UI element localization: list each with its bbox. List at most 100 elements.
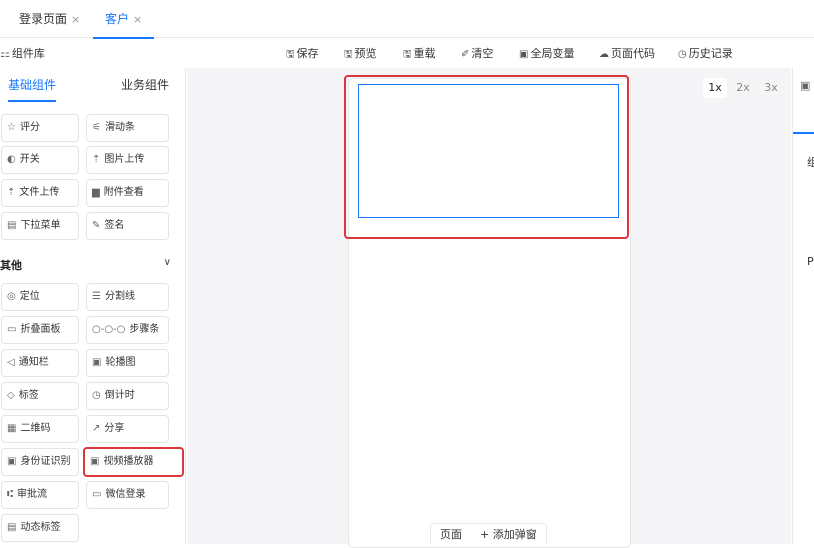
property-label: P: [807, 255, 814, 268]
page-popup-tabs: 页面 + 添加弹窗: [430, 523, 547, 544]
component-video-player[interactable]: ▣ 视频播放器: [83, 447, 184, 477]
chevron-down-icon[interactable]: ∨: [164, 257, 171, 268]
save-icon: 🖫: [286, 49, 295, 60]
global-variables-button[interactable]: ▣ 全局变量: [519, 39, 574, 68]
id-card-icon: ▣: [7, 456, 17, 467]
properties-panel: ▣ 组 P: [792, 68, 814, 544]
component-qrcode[interactable]: ▦ 二维码: [1, 415, 79, 443]
component-label: 折叠面板: [20, 324, 61, 335]
selected-video-player[interactable]: [344, 75, 629, 239]
speaker-icon: ◁: [7, 357, 15, 368]
save-button[interactable]: 🖫 保存: [286, 39, 319, 68]
component-label: 微信登录: [105, 489, 146, 500]
component-label: 附件查看: [103, 187, 144, 198]
star-icon: ☆: [7, 122, 16, 133]
component-steps[interactable]: ○-○-○ 步骤条: [86, 316, 169, 344]
image-icon: ▣: [92, 357, 102, 368]
component-label: 图片上传: [104, 154, 145, 165]
component-label: 动态标签: [20, 522, 61, 533]
component-library-panel: 基础组件 业务组件 ☆ 评分 ⚟ 滑动条 ◐ 开关 ⇡ 图片上传 ⇡ 文件上传 ▆ 附件查看…: [0, 68, 186, 544]
component-signature[interactable]: ✎ 签名: [86, 212, 169, 240]
location-icon: ◎: [7, 291, 16, 302]
tab-label: 登录页面: [19, 12, 68, 26]
component-label: 二维码: [20, 423, 51, 434]
component-id-card-recognition[interactable]: ▣ 身份证识别: [1, 448, 79, 476]
component-attachment-view[interactable]: ▆ 附件查看: [86, 179, 169, 207]
component-slider[interactable]: ⚟ 滑动条: [86, 114, 169, 142]
component-image-upload[interactable]: ⇡ 图片上传: [86, 146, 169, 174]
zoom-3x[interactable]: 3x: [759, 78, 783, 98]
history-icon: ◷: [678, 49, 687, 60]
component-label: 倒计时: [104, 390, 135, 401]
divider-icon: ☰: [92, 291, 101, 302]
history-label: 历史记录: [688, 47, 733, 60]
reload-icon: 🖫: [403, 49, 412, 60]
component-dynamic-tag[interactable]: ▤ 动态标签: [1, 514, 79, 542]
component-dropdown[interactable]: ▤ 下拉菜单: [1, 212, 79, 240]
reload-button[interactable]: 🖫 重载: [403, 39, 436, 68]
video-icon: ▣: [90, 456, 100, 467]
component-countdown[interactable]: ◷ 倒计时: [86, 382, 169, 410]
global-variables-label: 全局变量: [530, 47, 575, 60]
component-divider[interactable]: ☰ 分割线: [86, 283, 169, 311]
tab-label: 客户: [105, 12, 130, 26]
qrcode-icon: ▦: [7, 423, 17, 434]
flow-icon: ⑆: [7, 489, 13, 500]
zoom-1x[interactable]: 1x: [703, 78, 727, 98]
page-tab-bar: 登录页面 × 客户 ×: [0, 0, 814, 39]
design-canvas[interactable]: 1x 2x 3x 页面 + 添加弹窗: [187, 68, 791, 548]
component-label: 身份证识别: [20, 456, 71, 467]
wechat-icon: ▭: [92, 489, 102, 500]
component-carousel[interactable]: ▣ 轮播图: [86, 349, 169, 377]
component-switch[interactable]: ◐ 开关: [1, 146, 79, 174]
grid-icon: ⚏: [0, 47, 10, 60]
component-label: 评分: [19, 122, 40, 133]
steps-icon: ○-○-○: [92, 324, 126, 335]
component-wechat-login[interactable]: ▭ 微信登录: [86, 481, 169, 509]
library-label: 组件库: [11, 47, 45, 60]
component-file-upload[interactable]: ⇡ 文件上传: [1, 179, 79, 207]
close-icon[interactable]: ×: [71, 13, 80, 26]
component-share[interactable]: ↗ 分享: [86, 415, 169, 443]
upload-icon: ⇡: [92, 154, 101, 165]
component-rate[interactable]: ☆ 评分: [1, 114, 79, 142]
slider-icon: ⚟: [92, 122, 101, 133]
component-location[interactable]: ◎ 定位: [1, 283, 79, 311]
clock-icon: ◷: [92, 390, 101, 401]
zoom-2x[interactable]: 2x: [731, 78, 755, 98]
component-label: 标签: [18, 390, 39, 401]
component-label: 开关: [19, 154, 40, 165]
history-button[interactable]: ◷ 历史记录: [678, 39, 733, 68]
preview-button[interactable]: 🖫 预览: [344, 39, 377, 68]
tag-icon: ◇: [7, 390, 15, 401]
tab-business-components[interactable]: 业务组件: [121, 68, 169, 102]
active-tab-indicator: [793, 132, 814, 134]
component-label: 签名: [104, 220, 125, 231]
tab-page[interactable]: 页面: [431, 524, 471, 544]
video-player-placeholder[interactable]: [358, 84, 619, 218]
preview-icon: 🖫: [344, 49, 353, 60]
component-label: 视频播放器: [103, 456, 154, 467]
component-label: 滑动条: [104, 122, 135, 133]
cloud-icon: ☁: [599, 49, 609, 60]
add-popup-button[interactable]: + 添加弹窗: [471, 524, 546, 544]
property-label: 组: [807, 156, 814, 169]
component-label: 定位: [19, 291, 40, 302]
component-tag[interactable]: ◇ 标签: [1, 382, 79, 410]
close-icon[interactable]: ×: [133, 13, 142, 26]
component-approval-flow[interactable]: ⑆ 审批流: [1, 481, 79, 509]
section-other-title[interactable]: 其他: [0, 257, 22, 273]
clear-button[interactable]: ✐ 清空: [461, 39, 493, 68]
tab-basic-components[interactable]: 基础组件: [8, 68, 57, 102]
share-icon: ↗: [92, 423, 101, 434]
tab-customer[interactable]: 客户 ×: [92, 0, 155, 39]
component-collapse[interactable]: ▭ 折叠面板: [1, 316, 79, 344]
component-label: 审批流: [17, 489, 47, 500]
page-code-button[interactable]: ☁ 页面代码: [599, 39, 655, 68]
toggle-icon: ◐: [7, 154, 16, 165]
component-label: 轮播图: [105, 357, 136, 368]
clear-label: 清空: [471, 47, 494, 60]
tab-login-page[interactable]: 登录页面 ×: [19, 0, 80, 38]
component-notice-bar[interactable]: ◁ 通知栏: [1, 349, 79, 377]
pen-icon: ✎: [92, 220, 101, 231]
